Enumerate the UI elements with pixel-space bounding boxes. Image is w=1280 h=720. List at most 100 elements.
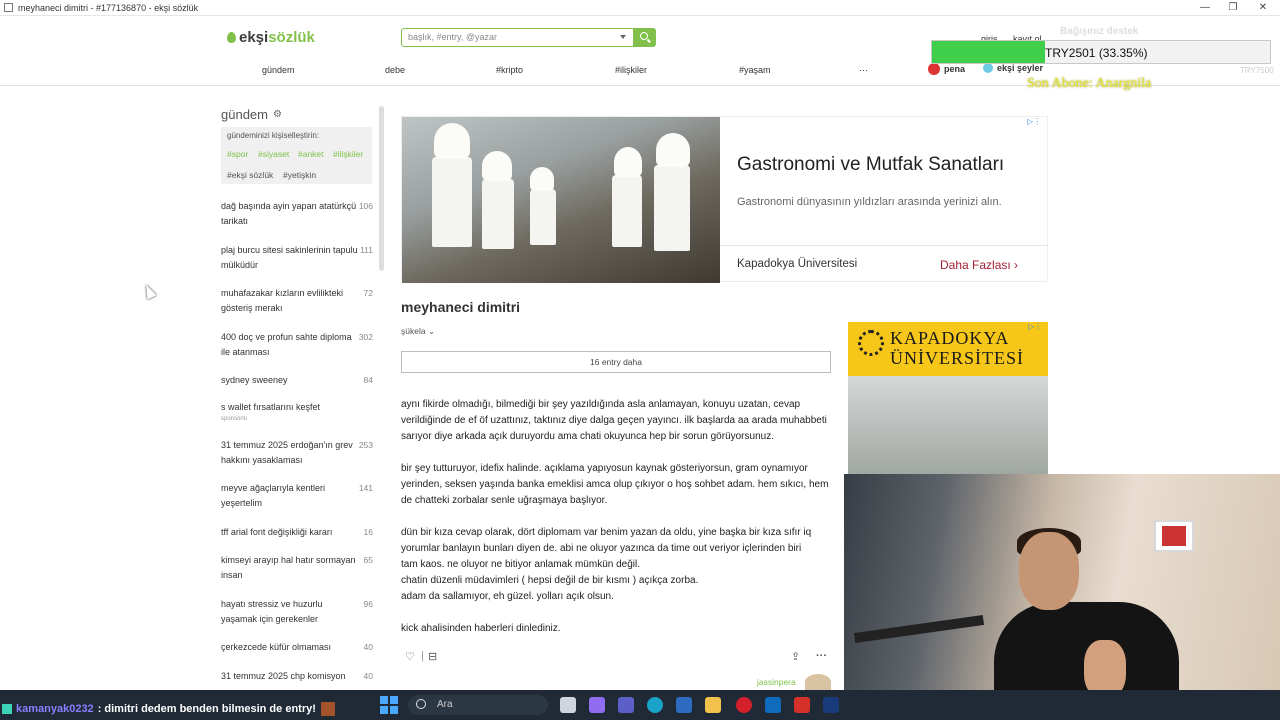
- ad-subtitle: Gastronomi dünyasının yıldızları arasınd…: [737, 196, 1002, 208]
- wps-icon[interactable]: [794, 697, 810, 713]
- sidebar-scrollbar[interactable]: [379, 106, 384, 271]
- topic-count: 141: [358, 483, 373, 493]
- app-l-icon[interactable]: [823, 697, 839, 713]
- sidebar-topic[interactable]: dağ başında ayin yapan atatürkçü tarikat…: [221, 199, 361, 229]
- sort-dropdown[interactable]: şükela ⌄: [401, 326, 435, 337]
- side-ad-brand-line1: KAPADOKYA: [890, 328, 1010, 348]
- tag-siyaset[interactable]: #siyaset: [258, 149, 289, 159]
- store-icon[interactable]: [676, 697, 692, 713]
- webcam-overlay: [844, 474, 1280, 690]
- share-icon[interactable]: ⇪: [791, 650, 800, 663]
- ad-more-button[interactable]: Daha Fazlası ›: [940, 258, 1018, 272]
- logo-text-sozluk: sözlük: [268, 29, 315, 46]
- site-logo[interactable]: ekşi sözlük: [227, 29, 315, 46]
- side-ad[interactable]: KAPADOKYA ÜNİVERSİTESİ ▷⋮: [848, 322, 1048, 474]
- outlook-icon[interactable]: [765, 697, 781, 713]
- topic-count: 84: [363, 375, 373, 385]
- task-view-icon[interactable]: [560, 697, 576, 713]
- maximize-button[interactable]: ❐: [1218, 0, 1248, 16]
- tag-anket[interactable]: #anket: [298, 149, 324, 159]
- teams-icon[interactable]: [618, 697, 634, 713]
- entry-paragraph: bir şey tutturuyor, idefix halinde. açık…: [401, 463, 829, 506]
- topic-count: 106: [358, 201, 373, 211]
- drop-icon: [227, 32, 236, 43]
- tab-favicon-icon: [4, 3, 13, 12]
- gear-icon[interactable]: ⚙: [273, 109, 282, 120]
- ad-title: Gastronomi ve Mutfak Sanatları: [737, 154, 1005, 175]
- eksi-seyler-link[interactable]: ekşi şeyler: [983, 63, 1043, 73]
- ad-more-label: Daha Fazlası: [940, 258, 1011, 272]
- adchoices-icon[interactable]: ▷⋮: [1027, 117, 1041, 126]
- chevron-down-icon[interactable]: [620, 35, 626, 39]
- search-button[interactable]: [634, 28, 656, 47]
- more-options-icon[interactable]: ···: [816, 650, 827, 662]
- heart-icon[interactable]: ♡: [405, 650, 415, 663]
- copilot-icon[interactable]: [589, 697, 605, 713]
- chat-text: : dimitri dedem benden bilmesin de entry…: [97, 703, 316, 715]
- search-icon: [416, 699, 426, 709]
- nav-more[interactable]: ···: [859, 65, 868, 75]
- bubble-icon: [983, 63, 993, 73]
- adchoices-icon[interactable]: ▷⋮: [1028, 322, 1042, 331]
- nav-yasam[interactable]: #yaşam: [739, 65, 771, 75]
- action-divider: |: [421, 650, 424, 662]
- university-emblem-icon: [858, 330, 884, 356]
- sidebar-topic[interactable]: tff arial font değişikliği kararı: [221, 525, 361, 540]
- search-icon: [640, 32, 648, 40]
- taskbar-search[interactable]: Ara: [408, 695, 548, 715]
- topic-count: 72: [363, 288, 373, 298]
- more-entries-button[interactable]: 16 entry daha: [401, 351, 831, 373]
- sidebar-title[interactable]: gündem ⚙: [221, 107, 282, 122]
- topic-count: 40: [363, 642, 373, 652]
- chat-badge-icon: [2, 704, 12, 714]
- sidebar-title-text: gündem: [221, 107, 268, 122]
- sidebar-topic[interactable]: çerkezcede küfür olmaması: [221, 640, 361, 655]
- nav-gundem[interactable]: gündem: [262, 65, 295, 75]
- search-placeholder: başlık, #entry, @yazar: [408, 32, 498, 42]
- close-button[interactable]: ✕: [1248, 0, 1278, 16]
- sidebar-topic[interactable]: 31 temmuz 2025 erdoğan'ın grev hakkını y…: [221, 438, 361, 468]
- nav-debe[interactable]: debe: [385, 65, 405, 75]
- tag-iliskiler[interactable]: #ilişkiler: [333, 149, 363, 159]
- minimize-button[interactable]: —: [1190, 0, 1220, 16]
- taskbar-search-label: Ara: [437, 699, 453, 710]
- tag-yetiskin[interactable]: #yetişkin: [283, 170, 316, 180]
- donation-goal-title: Bağışınız destek: [1060, 26, 1139, 37]
- microphone-arm: [853, 615, 985, 643]
- entry-paragraph: adam da sallamıyor, eh güzel. yolları aç…: [401, 591, 614, 602]
- sidebar-topic-sponsored[interactable]: s wallet fırsatlarını keşfet: [221, 400, 361, 415]
- topic-count: 65: [363, 555, 373, 565]
- window-titlebar: meyhaneci dimitri - #177136870 - ekşi sö…: [0, 0, 1280, 16]
- nav-iliskiler[interactable]: #ilişkiler: [615, 65, 647, 75]
- sidebar-topic[interactable]: kimseyi arayıp hal hatır sormayan insan: [221, 553, 361, 583]
- file-explorer-icon[interactable]: [705, 697, 721, 713]
- tag-spor[interactable]: #spor: [227, 149, 248, 159]
- opera-icon[interactable]: [736, 697, 752, 713]
- topic-count: 16: [363, 527, 373, 537]
- sidebar-topic[interactable]: plaj burcu sitesi sakinlerinin tapulu mü…: [221, 243, 361, 273]
- side-ad-photo: [848, 376, 1048, 474]
- pena-link[interactable]: pena: [928, 63, 965, 75]
- tag-eksi-sozluk[interactable]: #ekşi sözlük: [227, 170, 273, 180]
- sidebar-topic[interactable]: hayatı stressiz ve huzurlu yaşamak için …: [221, 597, 361, 627]
- sidebar-topic[interactable]: muhafazakar kızların evlilikteki gösteri…: [221, 286, 361, 316]
- sidebar-topic[interactable]: sydney sweeney: [221, 373, 361, 388]
- search-input[interactable]: başlık, #entry, @yazar: [401, 28, 634, 47]
- chevron-right-icon: ›: [1014, 258, 1019, 272]
- entry-author[interactable]: jassinpera: [757, 677, 796, 687]
- sidebar-topic[interactable]: 400 doç ve profun sahte diploma ile atan…: [221, 330, 361, 360]
- banner-ad[interactable]: ▷⋮ Gastronomi ve Mutfak Sanatları Gastro…: [401, 116, 1048, 283]
- sidebar-topic[interactable]: 31 temmuz 2025 chp komisyon: [221, 669, 361, 684]
- windows-start-icon[interactable]: [380, 696, 398, 714]
- entry-paragraph: aynı fikirde olmadığı, bilmediği bir şey…: [401, 399, 827, 442]
- window-title: meyhaneci dimitri - #177136870 - ekşi sö…: [18, 2, 199, 13]
- avatar[interactable]: [805, 674, 831, 690]
- chat-message: kamanyak0232 : dimitri dedem benden bilm…: [2, 702, 335, 716]
- dislike-icon[interactable]: ⊟: [428, 650, 437, 663]
- edge-icon[interactable]: [647, 697, 663, 713]
- entry-title[interactable]: meyhaneci dimitri: [401, 299, 520, 315]
- streamer: [984, 528, 1179, 690]
- sidebar-topic[interactable]: meyve ağaçlarıyla kentleri yeşertelim: [221, 481, 361, 511]
- nav-kripto[interactable]: #kripto: [496, 65, 523, 75]
- personalize-label: gündeminizi kişiselleştirin:: [227, 131, 320, 140]
